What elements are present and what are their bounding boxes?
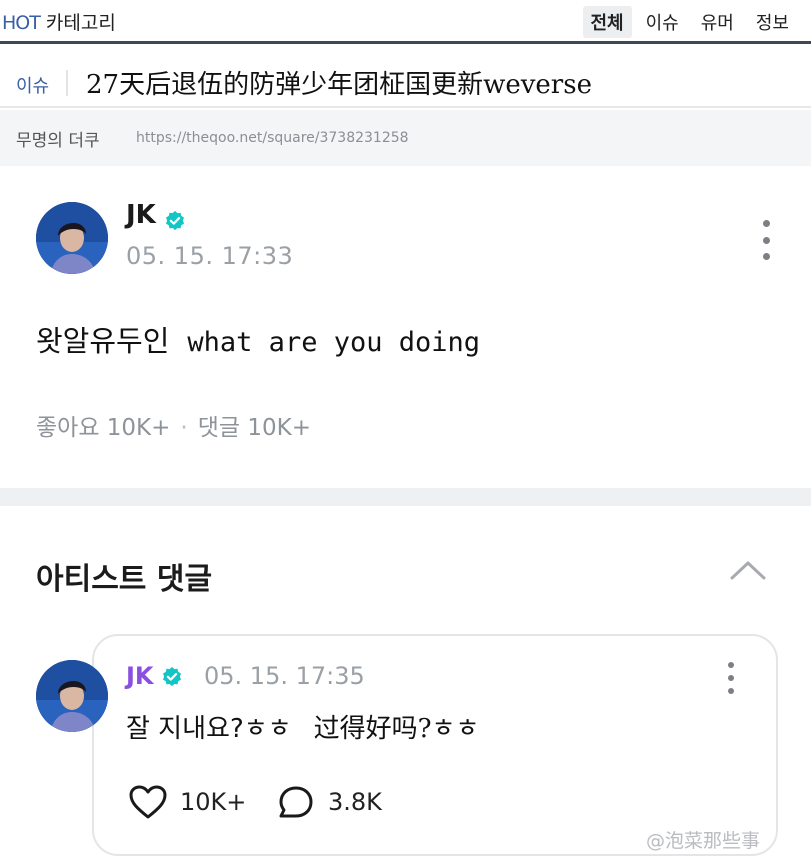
heart-icon [129, 785, 167, 819]
comment-avatar[interactable] [36, 660, 108, 732]
comment-reply-count: 3.8K [328, 788, 382, 816]
tab-humor[interactable]: 유머 [693, 6, 742, 38]
post-timestamp: 05. 15. 17:33 [126, 242, 294, 270]
verified-badge-icon [166, 210, 184, 231]
section-divider [0, 488, 811, 506]
post-body-english: what are you doing [187, 327, 481, 358]
comment-more-icon[interactable] [721, 662, 741, 694]
chevron-up-icon[interactable] [728, 558, 768, 582]
comment-body-korean: 잘 지내요?ㅎㅎ [126, 714, 292, 744]
author-name: 무명의 더쿠 [16, 131, 100, 151]
top-nav: HOT 카테고리 전체 이슈 유머 정보 [0, 0, 811, 44]
post-likes[interactable]: 좋아요 10K+ [36, 415, 170, 441]
brand-label: 카테고리 [45, 12, 116, 34]
comment-author-name[interactable]: JK [126, 662, 154, 690]
tab-all[interactable]: 전체 [582, 6, 632, 38]
verified-badge-icon [163, 666, 181, 687]
article-header: 이슈 27天后退伍的防弹少年团柾国更新weverse [0, 58, 811, 108]
brand-hot: HOT [2, 12, 41, 34]
comment-body-chinese: 过得好吗?ㅎㅎ [313, 714, 480, 744]
article-url[interactable]: https://theqoo.net/square/3738231258 [136, 130, 409, 146]
artist-comment-card [92, 634, 778, 856]
nav-tabs: 전체 이슈 유머 정보 [582, 6, 798, 38]
comment-like-count: 10K+ [180, 788, 247, 816]
watermark: @泡菜那些事 [646, 830, 761, 852]
post-stats: 좋아요 10K+ · 댓글 10K+ [36, 408, 311, 442]
brand[interactable]: HOT 카테고리 [2, 8, 116, 35]
article-title: 27天后退伍的防弹少年团柾国更新weverse [86, 70, 592, 100]
article-meta: 무명의 더쿠 https://theqoo.net/square/3738231… [0, 110, 811, 166]
tab-issue[interactable]: 이슈 [638, 6, 687, 38]
comment-body: 잘 지내요?ㅎㅎ 过得好吗?ㅎㅎ [126, 708, 479, 745]
comment-reply-button[interactable]: 3.8K [276, 784, 382, 820]
stats-separator: · [180, 415, 188, 441]
comment-like-button[interactable]: 10K+ [128, 784, 246, 820]
post-body: 왓알유두인 what are you doing [36, 318, 480, 360]
comment-bubble-icon [279, 786, 313, 818]
post-body-korean: 왓알유두인 [36, 324, 170, 358]
post-comments-count[interactable]: 댓글 10K+ [198, 415, 311, 441]
post-avatar[interactable] [36, 202, 108, 274]
post-author-name[interactable]: JK [126, 200, 156, 230]
post-more-icon[interactable] [756, 220, 776, 260]
tab-info[interactable]: 정보 [748, 6, 797, 38]
article-category[interactable]: 이슈 [16, 72, 49, 98]
title-divider [66, 70, 68, 96]
artist-comments-title: 아티스트 댓글 [36, 562, 213, 597]
comment-timestamp: 05. 15. 17:35 [204, 662, 365, 690]
